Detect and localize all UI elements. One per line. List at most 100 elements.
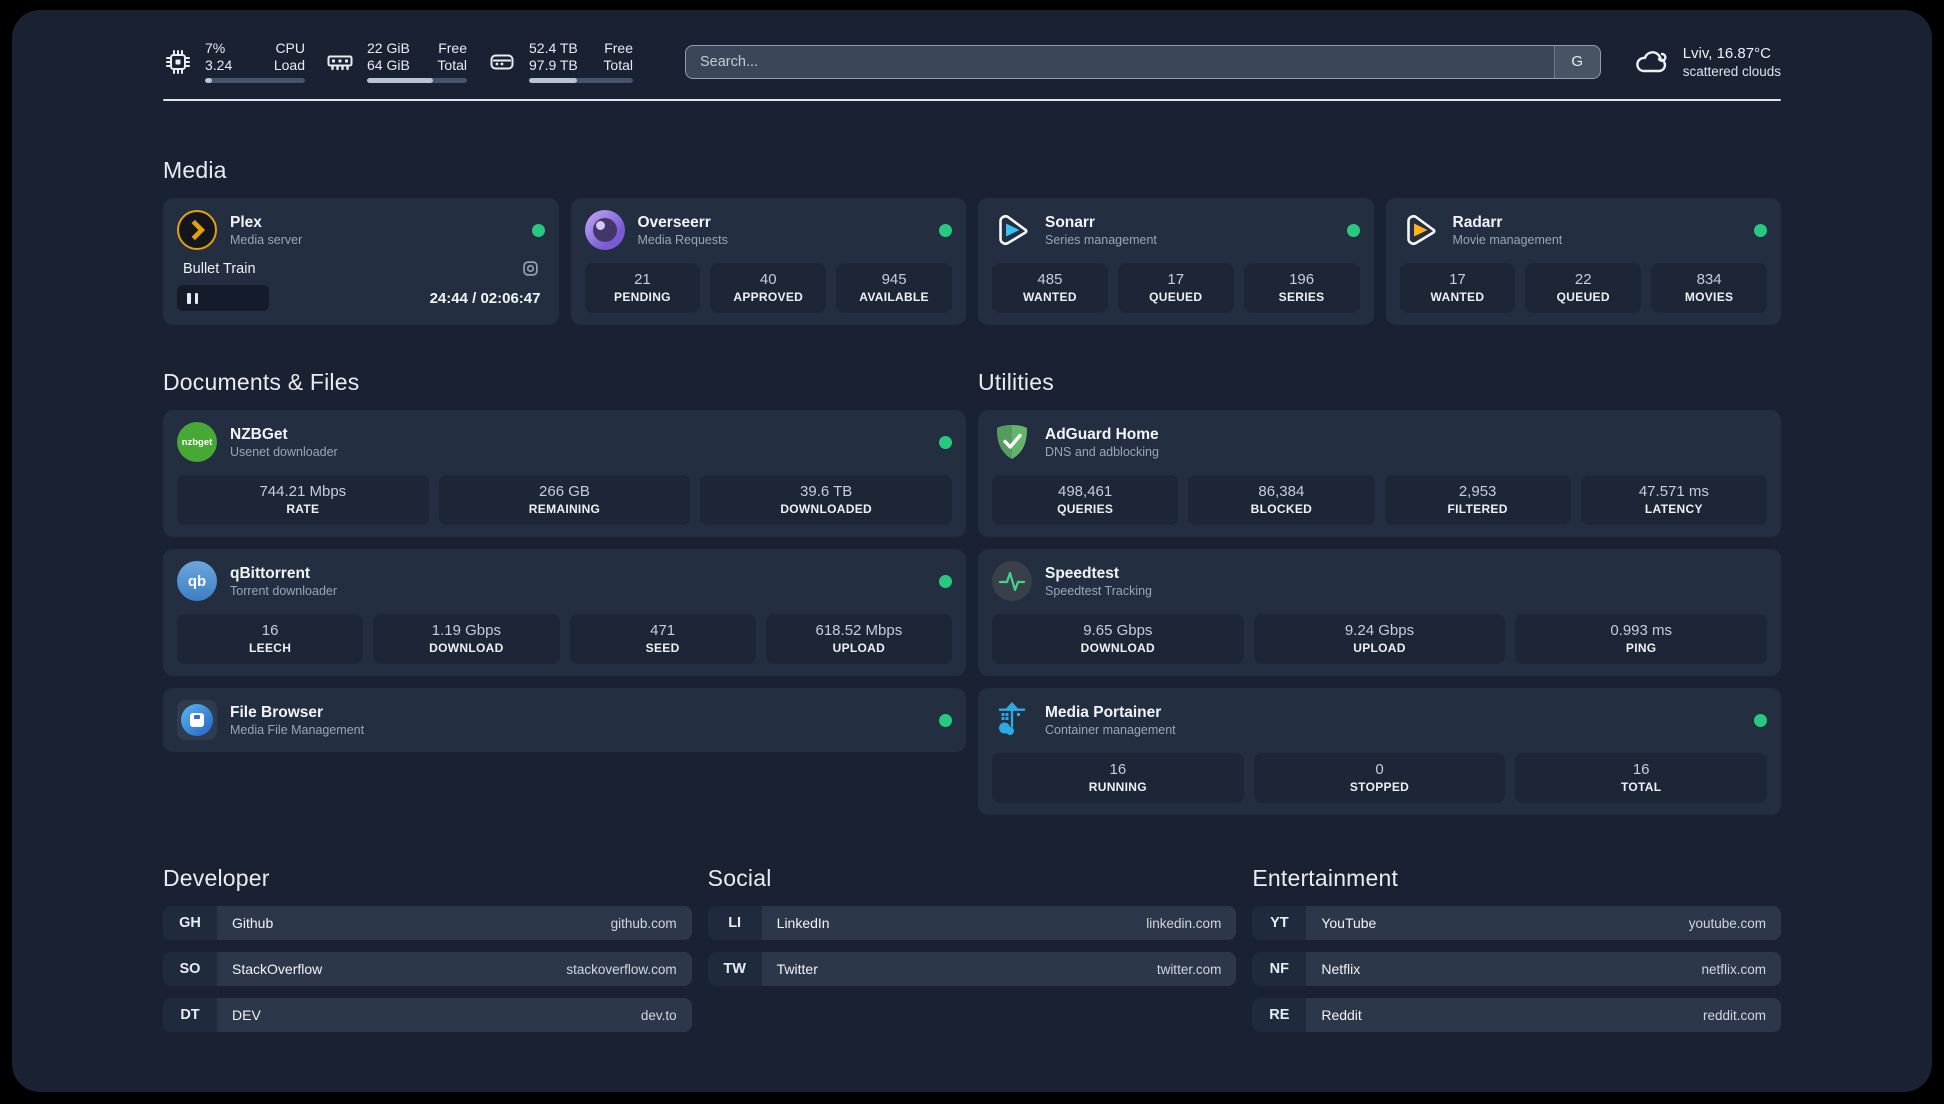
link-row-reddit[interactable]: RE Reddit reddit.com (1252, 998, 1781, 1032)
app-card-nzbget[interactable]: nzbget NZBGet Usenet downloader 744.21 M… (163, 410, 966, 537)
app-name: File Browser (230, 703, 324, 721)
app-card-portainer[interactable]: Media Portainer Container management 16 … (978, 688, 1781, 815)
search-input[interactable] (686, 45, 1554, 78)
link-tag: RE (1252, 998, 1307, 1032)
app-name: Plex (230, 213, 262, 231)
link-row-youtube[interactable]: YT YouTube youtube.com (1252, 906, 1781, 940)
link-row-netflix[interactable]: NF Netflix netflix.com (1252, 952, 1781, 986)
disk-icon (490, 54, 514, 69)
stat-tile: 47.571 ms LATENCY (1580, 475, 1767, 525)
memory-free-value: 22 GiB (367, 40, 410, 56)
media-cards-grid: Plex Media server Bullet Train 24:44 / 0… (163, 198, 1781, 325)
stat-tile: 17 WANTED (1399, 263, 1516, 313)
weather-condition: scattered clouds (1682, 63, 1781, 79)
link-row-twitter[interactable]: TW Twitter twitter.com (707, 952, 1237, 986)
app-description: Movie management (1452, 232, 1563, 247)
filebrowser-icon (177, 700, 217, 740)
link-row-github[interactable]: GH Github github.com (163, 906, 692, 940)
app-name: AdGuard Home (1045, 425, 1159, 443)
status-online-dot (939, 223, 952, 237)
disk-widget: 52.4 TB Free 97.9 TB Total (487, 40, 633, 83)
memory-free-label: Free (438, 40, 467, 56)
link-name: Github (232, 915, 274, 931)
status-online-dot (939, 435, 952, 449)
stat-tile: 498,461 QUERIES (992, 475, 1179, 525)
app-card-speedtest[interactable]: Speedtest Speedtest Tracking 9.65 Gbps D… (978, 549, 1781, 676)
adguard-icon (992, 422, 1032, 462)
weather-widget: Lviv, 16.87°C scattered clouds (1633, 44, 1781, 80)
stat-tile: 16 TOTAL (1515, 753, 1767, 803)
link-row-dev[interactable]: DT DEV dev.to (163, 998, 692, 1032)
app-card-sonarr[interactable]: Sonarr Series management 485 WANTED 17 Q… (978, 198, 1374, 325)
link-tag: DT (163, 998, 217, 1032)
app-name: Sonarr (1045, 213, 1095, 231)
stat-tile: 9.65 Gbps DOWNLOAD (992, 614, 1244, 664)
stat-tile: 39.6 TB DOWNLOADED (700, 475, 952, 525)
search-bar: G (685, 44, 1601, 79)
link-name: YouTube (1321, 915, 1377, 931)
stat-tile: 16 LEECH (177, 614, 364, 664)
app-description: Media server (230, 232, 303, 247)
status-online-dot (939, 574, 952, 588)
stat-tile: 22 QUEUED (1525, 263, 1642, 313)
app-description: Media Requests (637, 232, 728, 247)
app-description: Torrent downloader (230, 583, 338, 598)
stat-tile: 0 STOPPED (1253, 753, 1506, 803)
link-name: DEV (232, 1007, 261, 1023)
stat-tile: 196 SERIES (1243, 263, 1360, 313)
playback-time: 24:44 / 02:06:47 (429, 289, 541, 307)
status-online-dot (1754, 713, 1767, 727)
radarr-icon (1400, 210, 1440, 250)
cpu-usage-value: 7% (205, 40, 226, 56)
app-card-adguard[interactable]: AdGuard Home DNS and adblocking 498,461 … (978, 410, 1781, 537)
overseerr-icon (584, 210, 625, 250)
ram-icon (327, 55, 353, 70)
app-card-qbittorrent[interactable]: qb qBittorrent Torrent downloader 16 LEE… (163, 549, 966, 676)
memory-total-value: 64 GiB (367, 57, 410, 73)
link-tag: LI (707, 906, 762, 940)
app-description: Series management (1045, 232, 1157, 247)
cpu-progress-fill (205, 78, 212, 83)
memory-total-label: Total (437, 57, 467, 73)
disk-progress-track (529, 78, 633, 83)
link-tag: YT (1252, 906, 1307, 940)
search-engine-button[interactable]: G (1553, 45, 1600, 78)
stat-tile: 9.24 Gbps UPLOAD (1253, 614, 1506, 664)
link-tag: GH (163, 906, 217, 940)
utilities-column: Utilities AdGuard Home DNS and adblockin… (978, 369, 1781, 815)
portainer-icon (992, 700, 1032, 740)
nzbget-icon: nzbget (177, 422, 217, 462)
app-name: Speedtest (1045, 564, 1120, 582)
header-divider (163, 99, 1781, 101)
app-description: DNS and adblocking (1045, 444, 1159, 459)
cpu-icon (166, 49, 190, 74)
link-name: StackOverflow (232, 961, 323, 977)
disk-free-value: 52.4 TB (529, 40, 578, 56)
link-tag: SO (163, 952, 217, 986)
cpu-load-label: Load (273, 57, 305, 73)
social-links-section: Social LI LinkedIn linkedin.com TW Twitt… (707, 865, 1237, 986)
app-name: Overseerr (637, 213, 711, 231)
cpu-widget: 7% CPU 3.24 Load (163, 40, 305, 83)
stat-tile: 945 AVAILABLE (836, 263, 952, 313)
app-name: qBittorrent (230, 564, 311, 582)
link-name: Reddit (1321, 1007, 1362, 1023)
status-online-dot (1346, 223, 1360, 237)
stat-tile: 16 RUNNING (992, 753, 1244, 803)
link-row-linkedin[interactable]: LI LinkedIn linkedin.com (707, 906, 1237, 940)
link-row-stackoverflow[interactable]: SO StackOverflow stackoverflow.com (163, 952, 692, 986)
app-card-filebrowser[interactable]: File Browser Media File Management (163, 688, 966, 752)
app-card-radarr[interactable]: Radarr Movie management 17 WANTED 22 QUE… (1385, 198, 1781, 325)
playback-progress-pill (177, 285, 269, 311)
pause-icon (187, 292, 191, 304)
app-card-plex[interactable]: Plex Media server Bullet Train 24:44 / 0… (163, 198, 559, 325)
app-card-overseerr[interactable]: Overseerr Media Requests 21 PENDING 40 A… (570, 198, 966, 325)
stat-tile: 266 GB REMAINING (438, 475, 691, 525)
documents-column: Documents & Files nzbget NZBGet Usenet d… (163, 369, 966, 752)
stat-tile: 21 PENDING (584, 263, 701, 313)
link-url: netflix.com (1701, 961, 1766, 977)
section-title-developer: Developer (163, 865, 270, 891)
link-url: github.com (610, 915, 677, 931)
link-name: Netflix (1321, 961, 1361, 977)
entertainment-links-section: Entertainment YT YouTube youtube.com NF … (1252, 865, 1781, 1032)
